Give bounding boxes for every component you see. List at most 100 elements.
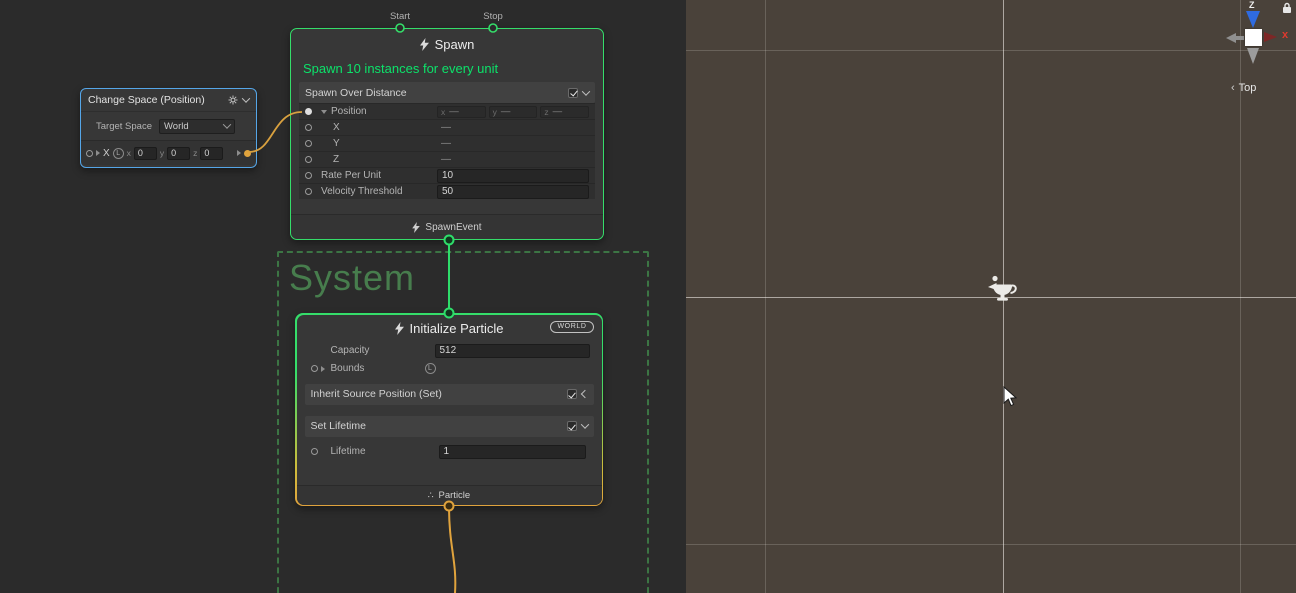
triangle-right-icon (237, 150, 241, 156)
z-label: Z (333, 154, 339, 165)
block-enabled-checkbox[interactable] (567, 389, 577, 399)
grid-line-horizontal (686, 50, 1296, 51)
spawn-start-port-label: Start (390, 11, 410, 22)
change-space-header[interactable]: Change Space (Position) (81, 89, 256, 112)
disclosure-triangle-icon[interactable] (321, 110, 327, 114)
lightning-icon (395, 322, 404, 335)
left-axis-arrow-stem (1235, 36, 1244, 40)
lightning-icon (420, 38, 429, 51)
chevron-down-icon[interactable] (582, 87, 590, 95)
local-space-badge[interactable]: L (113, 148, 124, 159)
spawn-node-note: Spawn 10 instances for every unit (291, 59, 603, 80)
axis-x-row: X — (299, 119, 595, 135)
gizmo-center-cube[interactable] (1245, 29, 1262, 46)
chevron-down-icon[interactable] (580, 420, 588, 428)
lifetime-input[interactable]: 1 (439, 445, 586, 459)
spawn-node-header[interactable]: Spawn (291, 29, 603, 59)
grid-line-horizontal (686, 544, 1296, 545)
initialize-node[interactable]: Initialize Particle WORLD Capacity 512 B… (295, 313, 603, 506)
x-input-port[interactable] (86, 150, 93, 157)
z-value-input[interactable]: 0 (200, 147, 223, 160)
bounds-input-port[interactable] (311, 365, 318, 372)
position-y-field[interactable]: y— (489, 106, 538, 118)
gear-icon[interactable] (228, 95, 238, 105)
block-title: Spawn Over Distance (305, 87, 563, 99)
z-axis-cone[interactable] (1246, 11, 1260, 28)
view-angle-selector[interactable]: ‹ Top (1231, 82, 1256, 94)
velocity-threshold-row: Velocity Threshold 50 (299, 183, 595, 199)
input-label: X (103, 148, 110, 159)
block-enabled-checkbox[interactable] (567, 421, 577, 431)
x-label: X (333, 122, 340, 133)
rate-per-unit-input[interactable]: 10 (437, 169, 589, 183)
spawn-node-title: Spawn (435, 37, 475, 52)
target-space-value: World (164, 121, 220, 132)
set-lifetime-block[interactable]: Set Lifetime (305, 416, 594, 437)
block-enabled-checkbox[interactable] (568, 88, 578, 98)
capacity-label: Capacity (331, 345, 370, 356)
axis-y-row: Y — (299, 135, 595, 151)
system-group-title[interactable]: System (289, 257, 415, 299)
block-title: Set Lifetime (311, 420, 562, 432)
velocity-threshold-port[interactable] (305, 188, 312, 195)
triangle-right-icon[interactable] (96, 150, 100, 156)
axis-z-row: Z — (299, 151, 595, 167)
change-space-node[interactable]: Change Space (Position) Target Space Wor… (80, 88, 257, 168)
local-space-badge[interactable]: L (425, 363, 436, 374)
x-value-input[interactable]: 0 (134, 147, 157, 160)
vfx-graph-pane[interactable]: System Start Stop Spawn Spawn 10 instanc… (0, 0, 686, 593)
spawn-over-distance-block-header[interactable]: Spawn Over Distance (299, 82, 595, 103)
spawn-event-label: SpawnEvent (425, 222, 481, 233)
x-axis-label: x (127, 148, 131, 158)
x-input-port[interactable] (305, 124, 312, 131)
lifetime-label: Lifetime (331, 446, 366, 457)
lock-icon[interactable] (1282, 2, 1292, 14)
initialize-node-header[interactable]: Initialize Particle WORLD (297, 315, 602, 342)
particle-footer: ∴ Particle (297, 485, 602, 505)
initialize-node-title: Initialize Particle (410, 321, 504, 336)
triangle-right-icon[interactable] (321, 366, 325, 372)
world-space-badge[interactable]: WORLD (550, 321, 593, 333)
lightning-icon (412, 222, 420, 233)
spawn-event-footer: SpawnEvent (291, 214, 603, 239)
z-axis-label: z (193, 148, 197, 158)
z-axis-label: Z (1249, 0, 1255, 10)
position-z-field[interactable]: z— (540, 106, 589, 118)
position-input-port[interactable] (305, 108, 312, 115)
lifetime-input-port[interactable] (311, 448, 318, 455)
rate-per-unit-port[interactable] (305, 172, 312, 179)
y-label: Y (333, 138, 340, 149)
y-axis-label: y (160, 148, 164, 158)
vfx-graph-window: System Start Stop Spawn Spawn 10 instanc… (0, 0, 1296, 593)
chevron-left-icon[interactable] (580, 390, 588, 398)
chevron-left-icon: ‹ (1231, 82, 1235, 94)
spawn-node[interactable]: Spawn Spawn 10 instances for every unit … (290, 28, 604, 240)
vfx-lamp-gizmo-icon[interactable] (986, 272, 1022, 308)
z-input-port[interactable] (305, 156, 312, 163)
inherit-source-position-block[interactable]: Inherit Source Position (Set) (305, 384, 594, 405)
x-axis-cone[interactable] (1264, 32, 1277, 42)
x-value: — (441, 122, 451, 133)
position-label: Position (331, 106, 367, 117)
mouse-cursor (1003, 386, 1017, 407)
particle-context-label: Particle (439, 490, 471, 501)
position-row: Position x— y— z— (299, 103, 595, 119)
target-space-label: Target Space (96, 121, 152, 132)
lifetime-row: Lifetime 1 (305, 443, 594, 461)
y-value: — (441, 138, 451, 149)
bounds-label: Bounds (331, 363, 365, 374)
down-axis-cone[interactable] (1247, 48, 1259, 64)
chevron-down-icon[interactable] (242, 94, 250, 102)
view-angle-label: Top (1239, 82, 1257, 94)
output-port[interactable] (244, 150, 251, 157)
y-input-port[interactable] (305, 140, 312, 147)
capacity-input[interactable]: 512 (435, 344, 590, 358)
target-space-dropdown[interactable]: World (159, 119, 235, 134)
rate-per-unit-row: Rate Per Unit 10 (299, 167, 595, 183)
capacity-row: Capacity 512 (305, 342, 594, 360)
y-value-input[interactable]: 0 (167, 147, 190, 160)
chevron-down-icon (223, 120, 231, 128)
scene-view[interactable]: Z x ‹ Top (686, 0, 1296, 593)
velocity-threshold-input[interactable]: 50 (437, 185, 589, 199)
position-x-field[interactable]: x— (437, 106, 486, 118)
